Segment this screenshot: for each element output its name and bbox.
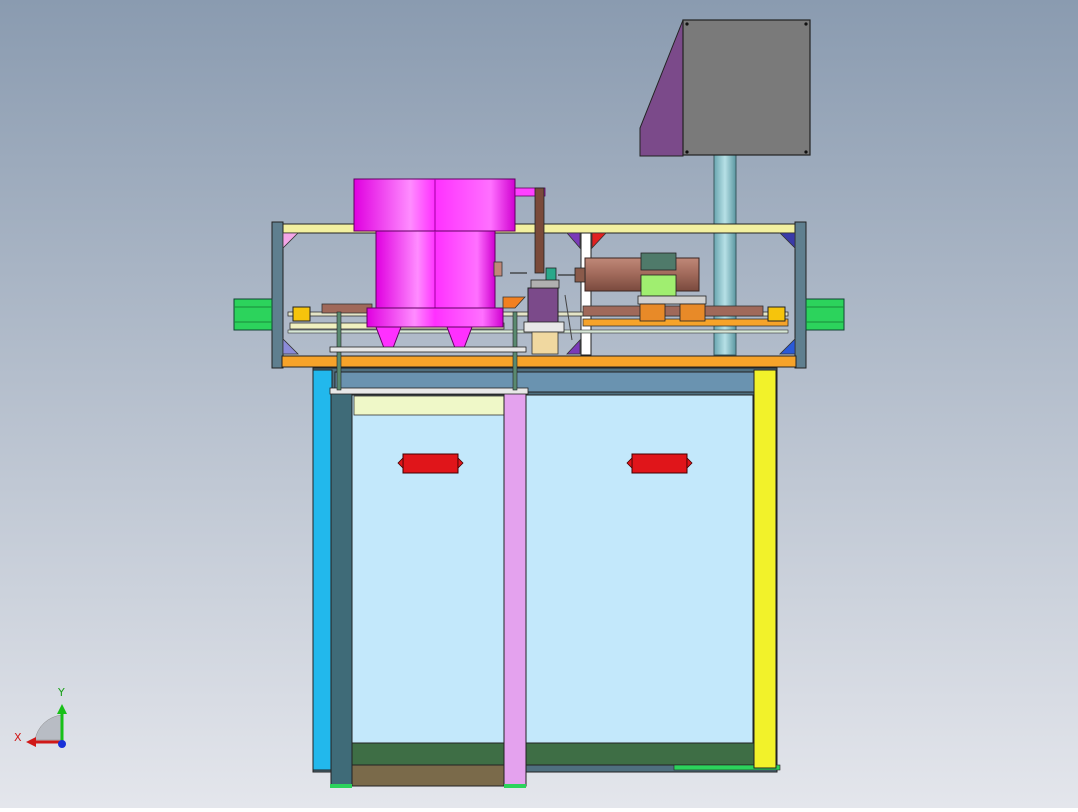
top-frame-right-post: [794, 221, 807, 369]
cad-viewport[interactable]: X Y: [0, 0, 1078, 808]
top-frame-left-post: [271, 221, 284, 369]
cabinet-right-post: [753, 369, 777, 769]
cad-model-view[interactable]: [0, 0, 1078, 808]
cabinet-pink-post: [503, 391, 527, 787]
cabinet-panel-right: [525, 394, 754, 744]
left-actuator[interactable]: [233, 298, 273, 331]
cabinet-left-post: [330, 391, 353, 787]
triad-x-label: X: [14, 731, 22, 744]
left-sensor[interactable]: [292, 306, 311, 322]
warning-label-right: [626, 453, 693, 474]
motor-terminal-box: [640, 252, 677, 271]
cabinet-cyan-post: [312, 369, 333, 771]
base-plate: [281, 355, 797, 368]
bowl-base: [366, 307, 504, 328]
cabinet-bottom-band: [351, 742, 755, 766]
motor-base: [637, 295, 707, 305]
triad-y-label: Y: [58, 686, 65, 699]
z-axis-dot: [58, 740, 66, 748]
control-box-front: [682, 19, 811, 156]
top-frame-inner-post: [580, 232, 592, 356]
right-sensor[interactable]: [767, 306, 786, 322]
cabinet[interactable]: [312, 367, 781, 788]
cabinet-panel-left: [351, 394, 505, 744]
vibratory-bowl[interactable]: [353, 178, 516, 349]
right-actuator[interactable]: [805, 298, 845, 331]
warning-label-left: [397, 453, 464, 474]
